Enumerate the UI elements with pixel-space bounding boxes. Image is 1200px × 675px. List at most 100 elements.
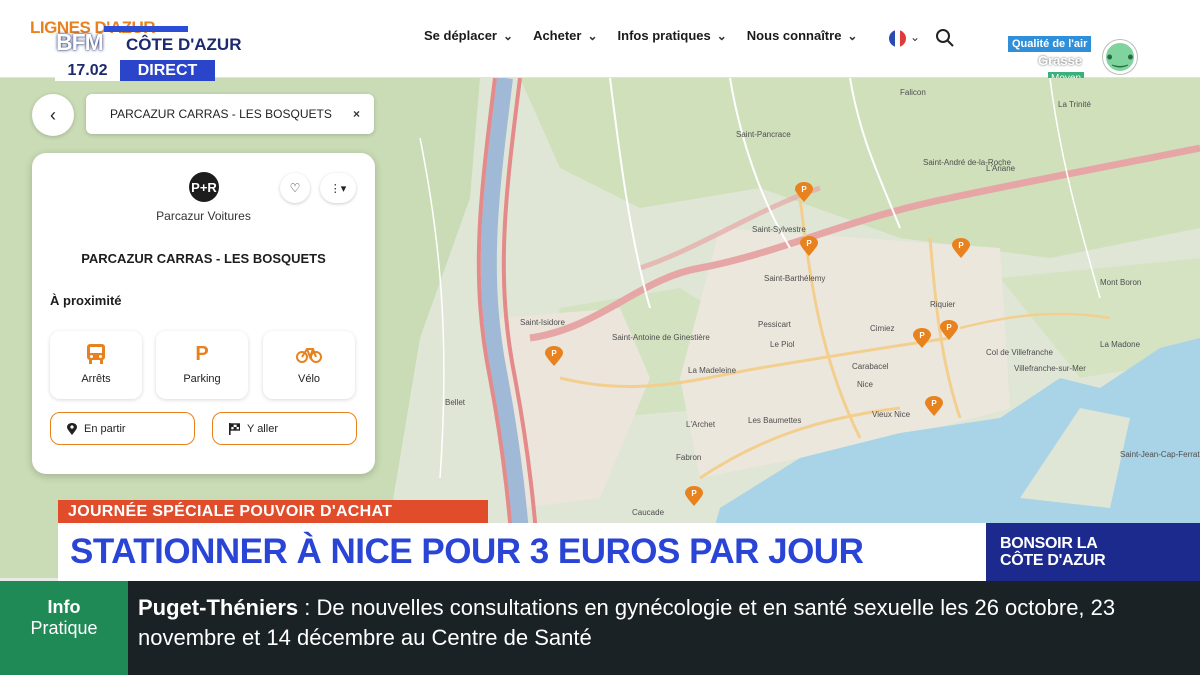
- map-label: Saint-Jean-Cap-Ferrat: [1120, 450, 1200, 459]
- favorite-button[interactable]: ♡: [280, 173, 310, 203]
- map-label: Fabron: [676, 453, 702, 462]
- map-label: Saint-Barthélemy: [764, 274, 826, 283]
- map-label: Saint-Antoine de Ginestière: [612, 333, 710, 342]
- ticker-place: Puget-Théniers: [138, 595, 299, 620]
- map-label: L'Ariane: [986, 164, 1016, 173]
- parking-marker-icon[interactable]: P: [913, 328, 931, 348]
- nav-nous-connaitre[interactable]: Nous connaître ⌄: [747, 28, 858, 43]
- parking-marker-icon[interactable]: P: [795, 182, 813, 202]
- map-label: Saint-Pancrace: [736, 130, 791, 139]
- special-tag: JOURNÉE SPÉCIALE POUVOIR D'ACHAT: [58, 500, 488, 523]
- ticker-label-line: Pratique: [30, 618, 98, 638]
- neutral-face-icon: •‿•: [1103, 40, 1137, 74]
- nav-label: Se déplacer: [424, 28, 497, 43]
- nav-label: Acheter: [533, 28, 582, 43]
- map-label: La Madone: [1100, 340, 1141, 349]
- nav-infos-pratiques[interactable]: Infos pratiques ⌄: [618, 28, 727, 43]
- map-label: Cimiez: [870, 324, 895, 333]
- ticker-text: Puget-Théniers : De nouvelles consultati…: [138, 593, 1188, 653]
- map-label: Nice: [857, 380, 874, 389]
- parking-marker-icon[interactable]: P: [940, 320, 958, 340]
- svg-text:P: P: [919, 331, 925, 340]
- parking-marker-icon[interactable]: P: [800, 236, 818, 256]
- more-vertical-icon: ⋮▾: [329, 182, 347, 195]
- action-label: En partir: [84, 422, 126, 435]
- nearby-title: À proximité: [50, 293, 122, 308]
- map-label: Riquier: [930, 300, 956, 309]
- parking-icon: P: [195, 343, 209, 365]
- map-label: Mont Boron: [1100, 278, 1142, 287]
- chevron-down-icon: ⌄: [587, 28, 598, 43]
- map-label: Col de Villefranche: [986, 348, 1054, 357]
- svg-text:P: P: [801, 185, 807, 194]
- nav-label: Infos pratiques: [617, 28, 711, 43]
- bfm-logo-bar: [104, 26, 188, 32]
- more-options-button[interactable]: ⋮▾: [320, 173, 356, 203]
- news-ticker: Info Pratique Puget-Théniers : De nouvel…: [0, 581, 1200, 675]
- search-value: PARCAZUR CARRAS - LES BOSQUETS: [110, 107, 332, 121]
- svg-text:P: P: [931, 399, 937, 408]
- heart-icon: ♡: [289, 181, 301, 195]
- ticker-label-line: Info: [47, 597, 81, 617]
- back-button[interactable]: ‹: [32, 94, 74, 136]
- bfm-logo: BFM: [56, 29, 104, 55]
- nearby-bike-button[interactable]: Vélo: [263, 331, 355, 399]
- bike-icon: [263, 343, 355, 365]
- map-label: Saint-Sylvestre: [752, 225, 806, 234]
- nearby-parking-button[interactable]: P Parking: [156, 331, 248, 399]
- parking-marker-icon[interactable]: P: [925, 396, 943, 416]
- map-label: L'Archet: [686, 420, 716, 429]
- map-label: Bellet: [445, 398, 466, 407]
- park-and-ride-logo: P+R: [189, 172, 219, 202]
- pin-icon: [67, 422, 77, 435]
- svg-text:P: P: [806, 239, 812, 248]
- map-label: Pessicart: [758, 320, 791, 329]
- close-icon[interactable]: ×: [353, 107, 360, 121]
- chevron-left-icon: ‹: [50, 104, 56, 125]
- tile-label: Vélo: [297, 373, 321, 385]
- bus-icon: [50, 343, 142, 365]
- live-badge: DIRECT: [120, 60, 215, 81]
- search-icon[interactable]: [935, 28, 955, 48]
- chevron-down-icon[interactable]: ⌄: [910, 30, 920, 44]
- operator-name: Parcazur Voitures: [156, 209, 251, 223]
- tile-label: Arrêts: [81, 373, 111, 385]
- flag-icon: [229, 422, 240, 435]
- air-quality-title: Qualité de l'air: [1008, 36, 1092, 52]
- map-label: Les Baumettes: [748, 416, 802, 425]
- broadcast-time: 17.02: [55, 60, 120, 81]
- parking-marker-icon[interactable]: P: [952, 238, 970, 258]
- chevron-down-icon: ⌄: [716, 28, 727, 43]
- french-flag-icon[interactable]: [889, 30, 906, 47]
- map-label: Le Piol: [770, 340, 795, 349]
- svg-text:P: P: [551, 349, 557, 358]
- ticker-label: Info Pratique: [0, 581, 128, 675]
- map-label: La Madeleine: [688, 366, 737, 375]
- tile-label: Parking: [183, 373, 221, 385]
- nav-se-deplacer[interactable]: Se déplacer ⌄: [424, 28, 513, 43]
- map-label: Saint-Isidore: [520, 318, 565, 327]
- air-quality-city: Grasse: [1038, 53, 1083, 68]
- parking-marker-icon[interactable]: P: [685, 486, 703, 506]
- station-panel: P+R ♡ ⋮▾ Parcazur Voitures PARCAZUR CARR…: [32, 153, 375, 474]
- region-badge: CÔTE D'AZUR: [122, 34, 246, 56]
- map-label: Caucade: [632, 508, 665, 517]
- search-field[interactable]: PARCAZUR CARRAS - LES BOSQUETS ×: [86, 94, 374, 134]
- svg-text:P: P: [958, 241, 964, 250]
- nav-label: Nous connaître: [746, 28, 842, 43]
- map-label: La Trinité: [1058, 100, 1091, 109]
- nearby-stops-button[interactable]: Arrêts: [50, 331, 142, 399]
- chevron-down-icon: ⌄: [847, 28, 858, 43]
- map-label: Carabacel: [852, 362, 889, 371]
- show-name: BONSOIR LA CÔTE D'AZUR: [986, 523, 1200, 581]
- map-label: Villefranche-sur-Mer: [1014, 364, 1086, 373]
- headline: STATIONNER À NICE POUR 3 EUROS PAR JOUR: [58, 523, 986, 581]
- map-label: Vieux Nice: [872, 410, 911, 419]
- depart-from-button[interactable]: En partir: [50, 412, 195, 445]
- nav-acheter[interactable]: Acheter ⌄: [533, 28, 597, 43]
- go-to-button[interactable]: Y aller: [212, 412, 357, 445]
- station-name: PARCAZUR CARRAS - LES BOSQUETS: [81, 251, 326, 266]
- svg-text:P: P: [691, 489, 697, 498]
- map-label: Falicon: [900, 88, 926, 97]
- parking-marker-icon[interactable]: P: [545, 346, 563, 366]
